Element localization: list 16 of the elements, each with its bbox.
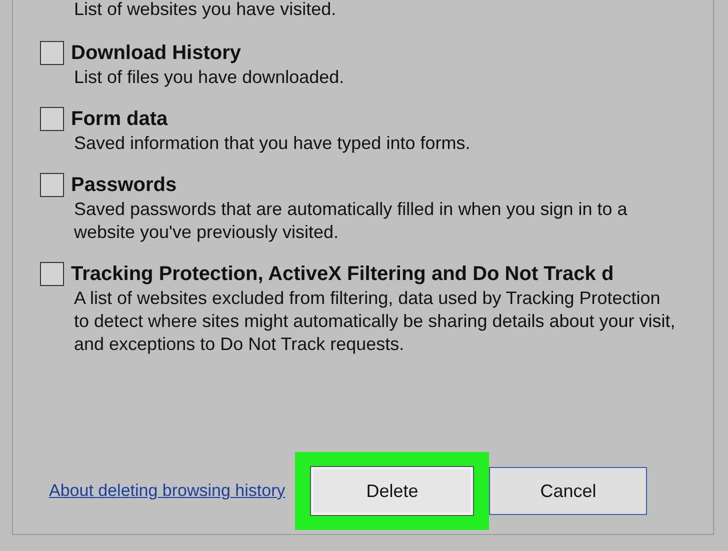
option-title: Form data bbox=[71, 108, 168, 130]
delete-button[interactable]: Delete bbox=[310, 466, 474, 516]
option-description: Saved passwords that are automatically filled in when you sign in to a website you've previously visited. bbox=[74, 198, 628, 244]
checkbox[interactable] bbox=[40, 41, 64, 65]
checkbox[interactable] bbox=[40, 173, 64, 197]
option-description: List of websites you have visited. bbox=[74, 0, 338, 21]
cancel-button[interactable]: Cancel bbox=[489, 467, 648, 515]
option-description: Saved information that you have typed into forms. bbox=[74, 132, 472, 155]
option-title: Passwords bbox=[71, 174, 177, 196]
option-description: A list of websites excluded from filtering, data used by Tracking Protection to detect where sites might automatically be sharing details about your visit, and exceptions to Do Not Track requests. bbox=[74, 287, 676, 356]
option-title: Tracking Protection, ActiveX Filtering and Do Not Track d bbox=[71, 262, 614, 286]
option-title: Download History bbox=[71, 42, 242, 64]
help-link[interactable]: About deleting browsing history bbox=[49, 481, 286, 501]
checkbox[interactable] bbox=[40, 107, 64, 131]
checkbox[interactable] bbox=[40, 262, 64, 286]
option-description: List of files you have downloaded. bbox=[74, 66, 346, 89]
